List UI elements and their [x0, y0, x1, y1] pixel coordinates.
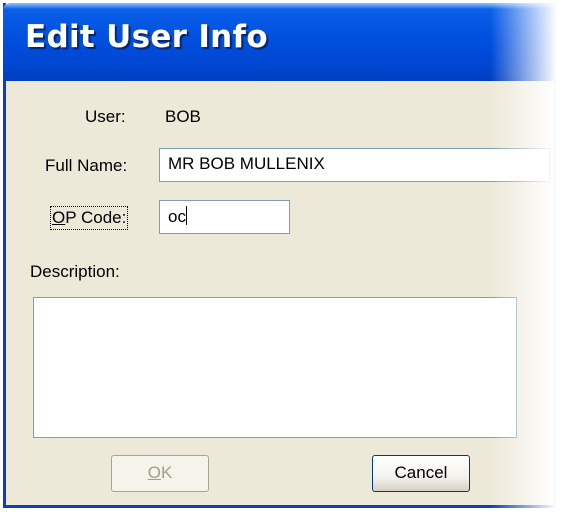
ok-accelerator: O — [147, 463, 161, 482]
op-code-label-text: P Code: — [65, 208, 127, 227]
full-name-field[interactable]: MR BOB MULLENIX — [159, 148, 550, 182]
user-label: User: — [85, 107, 126, 126]
op-code-label: OP Code: — [49, 206, 129, 230]
op-code-field[interactable]: oc — [159, 200, 290, 234]
dialog-title: Edit User Info — [25, 19, 268, 55]
text-caret — [185, 206, 187, 225]
description-textarea[interactable] — [33, 297, 517, 438]
dialog-content: User: BOB Full Name: MR BOB MULLENIX OP … — [6, 81, 554, 505]
op-code-accelerator: O — [52, 208, 66, 227]
ok-label: K — [160, 463, 173, 482]
full-name-value: MR BOB MULLENIX — [168, 154, 325, 173]
full-name-label: Full Name: — [45, 156, 128, 175]
description-label: Description: — [30, 262, 120, 281]
user-value: BOB — [165, 107, 201, 126]
ok-button[interactable]: OK — [111, 455, 209, 492]
edit-user-info-dialog: Edit User Info User: BOB Full Name: MR B… — [3, 3, 557, 508]
cancel-label: Cancel — [394, 463, 448, 482]
op-code-value: oc — [168, 207, 186, 226]
title-bar[interactable]: Edit User Info — [3, 3, 557, 81]
cancel-button[interactable]: Cancel — [372, 455, 470, 492]
title-bar-highlight — [3, 3, 557, 9]
